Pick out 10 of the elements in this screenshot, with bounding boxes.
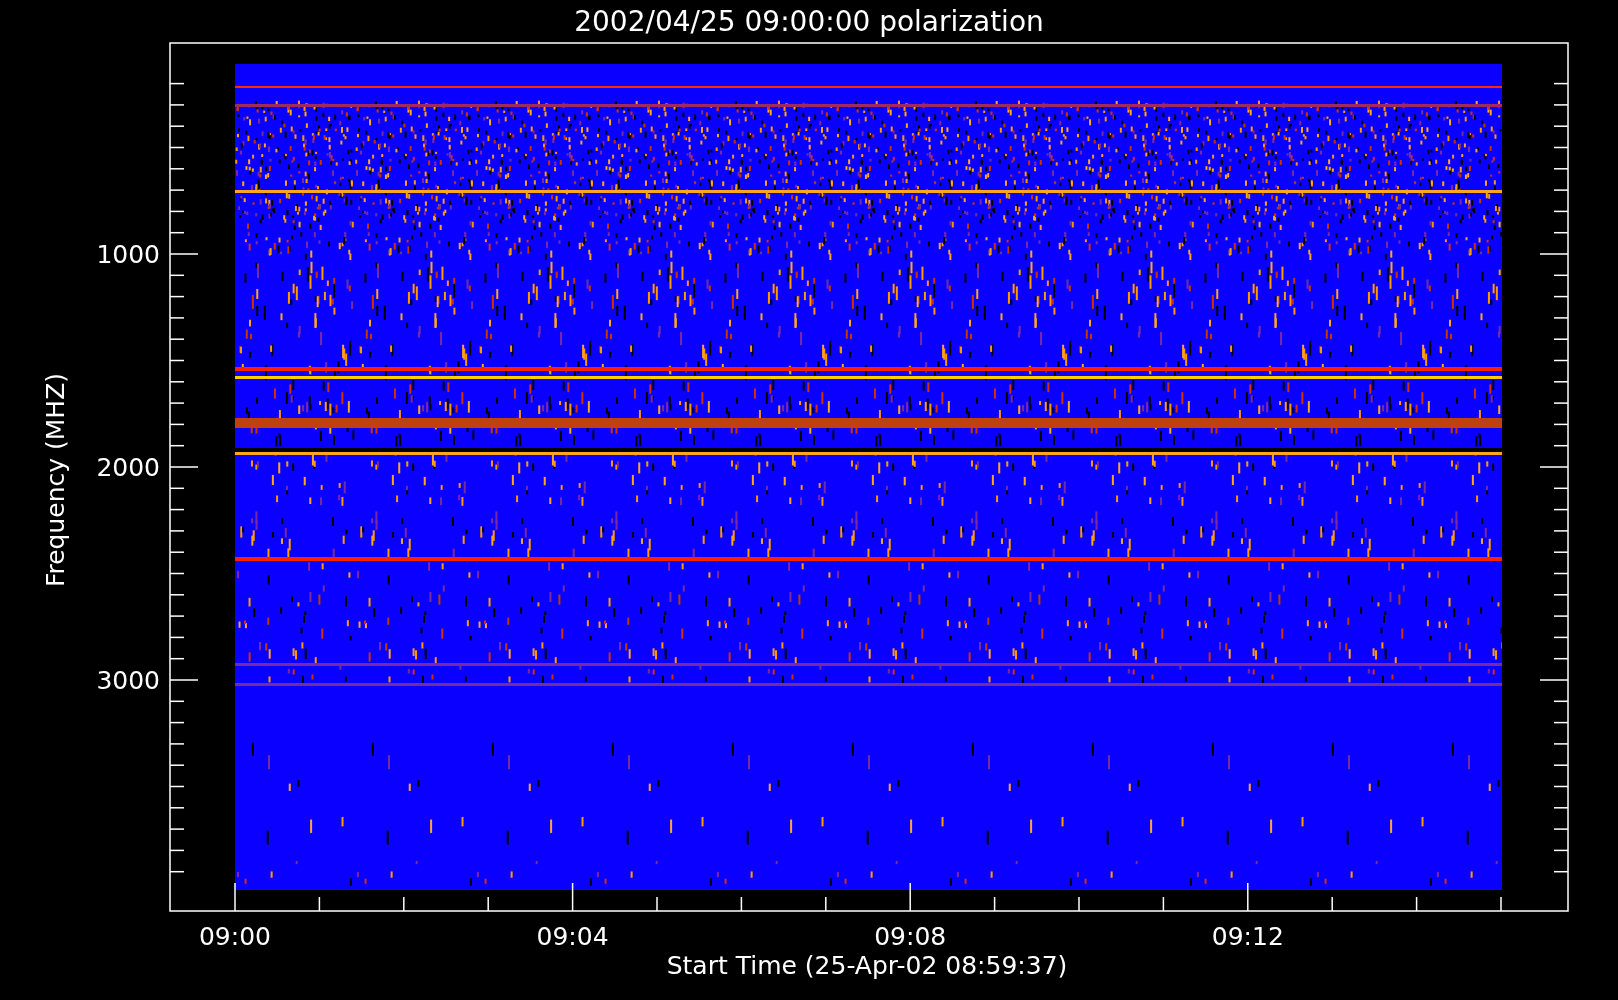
x-tick-label: 09:12: [1211, 922, 1284, 951]
x-tick-label: 09:00: [199, 922, 271, 951]
x-axis-label: Start Time (25-Apr-02 08:59:37): [666, 951, 1068, 980]
x-tick-label: 09:04: [536, 922, 609, 951]
y-tick-label: 2000: [96, 453, 160, 482]
y-tick-label: 1000: [96, 240, 160, 269]
y-axis-label: Frequency (MHZ): [41, 372, 70, 588]
y-tick-label: 3000: [96, 666, 160, 695]
chart-title: 2002/04/25 09:00:00 polarization: [574, 5, 1044, 38]
x-tick-label: 09:08: [874, 922, 947, 951]
